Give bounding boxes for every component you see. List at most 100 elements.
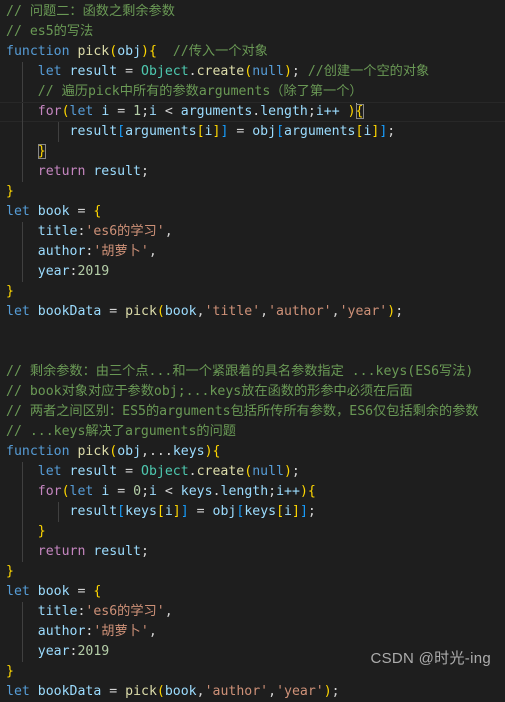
csdn-watermark: CSDN @时光-ing xyxy=(370,650,491,667)
code-line-blank[interactable] xyxy=(0,322,505,342)
code-line[interactable]: function pick(obj,...keys){ xyxy=(0,442,505,462)
keyword-let: let xyxy=(6,204,30,219)
keyword-let: let xyxy=(6,304,30,319)
code-line[interactable]: } xyxy=(0,142,505,162)
code-line[interactable]: year:2019 xyxy=(0,262,505,282)
brace-open: { xyxy=(212,444,221,459)
code-line[interactable]: result[arguments[i]] = obj[arguments[i]]… xyxy=(0,122,505,142)
comment-token: // 剩余参数：由三个点...和一个紧跟着的具名参数指定 ...keys(ES6… xyxy=(6,364,474,379)
code-line[interactable]: } xyxy=(0,182,505,202)
brace-open: { xyxy=(307,484,316,499)
code-line[interactable]: let result = Object.create(null); //创建一个… xyxy=(0,62,505,82)
prop-title: title xyxy=(37,604,78,619)
operator-assign: = xyxy=(109,484,134,499)
code-line[interactable]: return result; xyxy=(0,542,505,562)
code-line[interactable]: let result = Object.create(null); xyxy=(0,462,505,482)
var-obj: obj xyxy=(252,124,277,139)
code-line[interactable]: let bookData = pick(book,'author','year'… xyxy=(0,682,505,702)
operator-assign: = xyxy=(109,104,134,119)
class-object: Object xyxy=(141,64,189,79)
brace-open: { xyxy=(148,44,157,59)
prop-year: year xyxy=(37,264,70,279)
keyword-let: let xyxy=(6,684,30,699)
var-i: i xyxy=(204,124,213,139)
keyword-let: let xyxy=(6,584,30,599)
code-line[interactable]: title:'es6的学习', xyxy=(0,602,505,622)
indent-guide xyxy=(22,162,23,182)
bracket-open: [ xyxy=(117,124,126,139)
function-call-pick: pick xyxy=(125,684,157,699)
code-line[interactable]: return result; xyxy=(0,162,505,182)
comment-token: // book对象对应于参数obj;...keys放在函数的形参中必须在后面 xyxy=(6,384,413,399)
prop-length: length xyxy=(220,484,269,499)
paren-open: ( xyxy=(61,104,70,119)
param-obj: obj xyxy=(117,44,142,59)
code-line[interactable]: let bookData = pick(book,'title','author… xyxy=(0,302,505,322)
paren-open: ( xyxy=(109,444,118,459)
bracket-open: [ xyxy=(117,504,126,519)
operator-assign: = xyxy=(117,464,142,479)
code-line[interactable]: author:'胡萝卜', xyxy=(0,622,505,642)
semicolon: ; xyxy=(307,104,316,119)
comma: , xyxy=(196,684,205,699)
code-line[interactable]: function pick(obj){ //传入一个对象 xyxy=(0,42,505,62)
code-line[interactable]: let book = { xyxy=(0,582,505,602)
function-name: pick xyxy=(77,444,110,459)
comment-token: //创建一个空的对象 xyxy=(307,64,430,79)
code-line-current[interactable]: for(let i = 1;i < arguments.length;i++ )… xyxy=(0,102,505,123)
code-line[interactable]: title:'es6的学习', xyxy=(0,222,505,242)
semicolon: ; xyxy=(141,164,149,179)
method-create: create xyxy=(196,464,245,479)
code-line[interactable]: author:'胡萝卜', xyxy=(0,242,505,262)
comment-token: // 遍历pick中所有的参数arguments（除了第一个） xyxy=(37,84,363,99)
var-i: i xyxy=(149,484,157,499)
code-line[interactable]: // es5的写法 xyxy=(0,22,505,42)
code-line[interactable]: } xyxy=(0,282,505,302)
code-line[interactable]: result[keys[i]] = obj[keys[i]]; xyxy=(0,502,505,522)
keyword-function: function xyxy=(6,44,70,59)
operator-lt: < xyxy=(156,484,181,499)
code-line[interactable]: } xyxy=(0,522,505,542)
var-book: book xyxy=(37,204,70,219)
paren-close: ) xyxy=(283,64,292,79)
keyword-let: let xyxy=(69,104,94,119)
comment-token: // es5的写法 xyxy=(6,24,94,39)
number-literal: 2019 xyxy=(77,644,110,659)
code-line[interactable]: let book = { xyxy=(0,202,505,222)
prop-author: author xyxy=(37,244,86,259)
number-literal: 2019 xyxy=(77,264,110,279)
comma: , xyxy=(268,684,277,699)
number-literal: 0 xyxy=(133,484,142,499)
brace-close: } xyxy=(6,284,14,299)
paren-open: ( xyxy=(61,484,70,499)
code-content[interactable]: // 问题二：函数之剩余参数 // es5的写法 function pick(o… xyxy=(0,2,505,702)
code-line-blank[interactable] xyxy=(0,342,505,362)
code-editor[interactable]: // 问题二：函数之剩余参数 // es5的写法 function pick(o… xyxy=(0,0,505,699)
code-line[interactable]: // ...keys解决了arguments的问题 xyxy=(0,422,505,442)
code-line[interactable]: // 剩余参数：由三个点...和一个紧跟着的具名参数指定 ...keys(ES6… xyxy=(0,362,505,382)
code-line[interactable]: for(let i = 0;i < keys.length;i++){ xyxy=(0,482,505,502)
code-line[interactable]: // 两者之间区别：ES5的arguments包括所传所有参数，ES6仅包括剩余… xyxy=(0,402,505,422)
semicolon: ; xyxy=(141,484,150,499)
operator-assign: = xyxy=(69,584,94,599)
code-line[interactable]: // 问题二：函数之剩余参数 xyxy=(0,2,505,22)
code-line[interactable]: // 遍历pick中所有的参数arguments（除了第一个） xyxy=(0,82,505,102)
bracket-close: ] xyxy=(180,504,189,519)
keyword-function: function xyxy=(6,444,70,459)
indent-guide xyxy=(22,62,23,82)
var-bookdata: bookData xyxy=(37,304,102,319)
brace-close: } xyxy=(6,184,14,199)
number-literal: 1 xyxy=(133,104,142,119)
indent-guide xyxy=(22,462,23,482)
string-literal: 'author' xyxy=(268,304,332,319)
param-keys: keys xyxy=(172,444,205,459)
comment-token: // 两者之间区别：ES5的arguments包括所传所有参数，ES6仅包括剩余… xyxy=(6,404,479,419)
var-i: i xyxy=(284,504,292,519)
semicolon: ; xyxy=(307,504,316,519)
indent-guide xyxy=(58,502,59,522)
code-line[interactable]: // book对象对应于参数obj;...keys放在函数的形参中必须在后面 xyxy=(0,382,505,402)
brace-close: } xyxy=(37,524,46,539)
code-line[interactable]: } xyxy=(0,562,505,582)
prop-year: year xyxy=(37,644,70,659)
indent-guide xyxy=(22,622,23,642)
